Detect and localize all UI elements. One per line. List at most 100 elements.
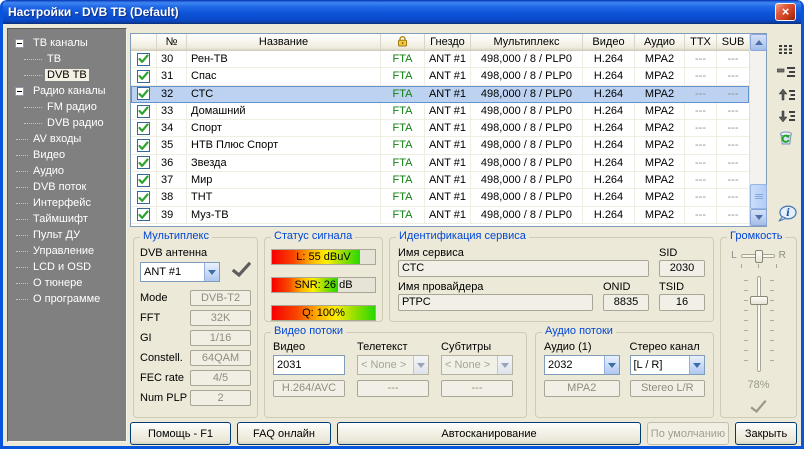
- sidebar-item[interactable]: DVB ТВ: [8, 67, 126, 83]
- sidebar-item[interactable]: LCD и OSD: [8, 259, 126, 275]
- channel-video-codec: H.264: [583, 172, 635, 189]
- move-up-icon[interactable]: [775, 84, 797, 104]
- sidebar-item[interactable]: Таймшифт: [8, 211, 126, 227]
- table-scrollbar[interactable]: [749, 34, 766, 226]
- sidebar-item[interactable]: Радио каналы: [8, 83, 126, 99]
- footer-button[interactable]: Автосканирование: [337, 422, 641, 445]
- sidebar-item[interactable]: AV входы: [8, 131, 126, 147]
- service-groupbox: Идентификация сервиса Имя сервиса SID СТ…: [389, 237, 714, 322]
- channel-number: 38: [157, 189, 187, 206]
- recycle-bin-icon[interactable]: [775, 127, 797, 147]
- video-pid-input[interactable]: 2031: [273, 355, 345, 375]
- param-value: 2: [190, 390, 251, 406]
- sidebar-item[interactable]: О программе: [8, 291, 126, 307]
- header-video[interactable]: Видео: [583, 34, 635, 50]
- sid-field: 2030: [659, 260, 705, 277]
- channel-checkbox[interactable]: [137, 139, 150, 152]
- scrollbar-thumb[interactable]: [750, 184, 767, 209]
- header-multiplex[interactable]: Мультиплекс: [471, 34, 583, 50]
- channel-name: Муз-ТВ: [187, 207, 381, 224]
- volume-slider[interactable]: [737, 276, 781, 372]
- chevron-down-icon[interactable]: [689, 356, 704, 374]
- sidebar-item[interactable]: DVB поток: [8, 179, 126, 195]
- channel-checkbox[interactable]: [137, 105, 150, 118]
- sidebar-item[interactable]: Аудио: [8, 163, 126, 179]
- channel-checkbox[interactable]: [137, 191, 150, 204]
- subtitles-select: < None >: [441, 355, 513, 375]
- table-row[interactable]: 39Муз-ТВFTAANT #1498,000 / 8 / PLP0H.264…: [131, 207, 749, 224]
- chevron-down-icon[interactable]: [604, 356, 619, 374]
- header-checkbox-column[interactable]: [131, 34, 157, 50]
- teletext-label: Телетекст: [357, 341, 429, 355]
- table-row[interactable]: 36ЗвездаFTAANT #1498,000 / 8 / PLP0H.264…: [131, 155, 749, 172]
- channel-checkbox[interactable]: [137, 156, 150, 169]
- channel-audio-codec: MPA2: [635, 189, 685, 206]
- header-audio[interactable]: Аудио: [635, 34, 685, 50]
- remove-channel-icon[interactable]: [775, 62, 797, 82]
- checkmark-apply-icon[interactable]: [232, 262, 251, 282]
- channel-checkbox[interactable]: [137, 122, 150, 135]
- footer-button[interactable]: Закрыть: [735, 422, 797, 445]
- channel-checkbox[interactable]: [137, 87, 150, 100]
- footer-button[interactable]: FAQ онлайн: [237, 422, 331, 445]
- scroll-down-button[interactable]: [750, 209, 767, 226]
- balance-slider-thumb[interactable]: [755, 250, 763, 263]
- table-row[interactable]: 33ДомашнийFTAANT #1498,000 / 8 / PLP0H.2…: [131, 103, 749, 120]
- audio-pid-select[interactable]: 2032: [544, 355, 620, 375]
- sidebar-item[interactable]: Пульт ДУ: [8, 227, 126, 243]
- balance-slider[interactable]: [741, 254, 775, 258]
- antenna-select[interactable]: ANT #1: [140, 262, 220, 282]
- channel-access: FTA: [381, 137, 425, 154]
- info-icon[interactable]: i: [775, 204, 797, 224]
- table-row[interactable]: 32СТСFTAANT #1498,000 / 8 / PLP0H.264MPA…: [131, 86, 749, 103]
- video-codec-field: H.264/AVC: [273, 380, 345, 397]
- sidebar-item[interactable]: О тюнере: [8, 275, 126, 291]
- header-number[interactable]: №: [157, 34, 187, 50]
- volume-check-icon[interactable]: [750, 400, 767, 418]
- sidebar-item[interactable]: DVB радио: [8, 115, 126, 131]
- window-title: Настройки - DVB ТВ (Default): [0, 5, 179, 19]
- chevron-down-icon[interactable]: [204, 263, 219, 281]
- sidebar-item[interactable]: ТВ: [8, 51, 126, 67]
- collapse-icon[interactable]: [15, 39, 24, 48]
- channel-checkbox[interactable]: [137, 208, 150, 221]
- table-row[interactable]: 31СпасFTAANT #1498,000 / 8 / PLP0H.264MP…: [131, 68, 749, 85]
- collapse-icon[interactable]: [15, 87, 24, 96]
- table-row[interactable]: 34СпортFTAANT #1498,000 / 8 / PLP0H.264M…: [131, 120, 749, 137]
- header-name[interactable]: Название: [187, 34, 381, 50]
- channel-socket: ANT #1: [425, 155, 471, 172]
- scroll-up-button[interactable]: [750, 34, 767, 51]
- channel-checkbox[interactable]: [137, 70, 150, 83]
- channel-audio-codec: MPA2: [635, 68, 685, 85]
- header-sub[interactable]: SUB: [717, 34, 749, 50]
- close-button[interactable]: ×: [775, 3, 796, 21]
- stereo-channel-select[interactable]: [L / R]: [630, 355, 706, 375]
- channel-checkbox[interactable]: [137, 174, 150, 187]
- balance-right-label: R: [779, 250, 786, 261]
- signal-bar: Q: 100%: [271, 305, 376, 321]
- sidebar-item[interactable]: Видео: [8, 147, 126, 163]
- table-row[interactable]: 37МирFTAANT #1498,000 / 8 / PLP0H.264MPA…: [131, 172, 749, 189]
- stereo-mode-field: Stereo L/R: [630, 380, 706, 397]
- video-pid-label: Видео: [273, 341, 345, 355]
- sidebar-item[interactable]: Управление: [8, 243, 126, 259]
- channel-sub: ---: [717, 120, 749, 137]
- sidebar-item[interactable]: FM радио: [8, 99, 126, 115]
- channel-list-icon[interactable]: [775, 40, 797, 60]
- channel-checkbox[interactable]: [137, 53, 150, 66]
- table-row[interactable]: 35НТВ Плюс СпортFTAANT #1498,000 / 8 / P…: [131, 137, 749, 154]
- header-socket[interactable]: Гнездо: [425, 34, 471, 50]
- table-row[interactable]: 38ТНТFTAANT #1498,000 / 8 / PLP0H.264MPA…: [131, 189, 749, 206]
- header-access[interactable]: [381, 34, 425, 50]
- volume-slider-thumb[interactable]: [750, 296, 768, 305]
- sidebar-item[interactable]: ТВ каналы: [8, 35, 126, 51]
- channel-multiplex: 498,000 / 8 / PLP0: [471, 51, 583, 68]
- footer-button[interactable]: Помощь - F1: [130, 422, 231, 445]
- header-ttx[interactable]: TTX: [685, 34, 717, 50]
- move-down-icon[interactable]: [775, 106, 797, 126]
- row-checkbox-cell: [131, 103, 157, 120]
- volume-slider-track[interactable]: [757, 276, 761, 372]
- table-row[interactable]: 30Рен-ТВFTAANT #1498,000 / 8 / PLP0H.264…: [131, 51, 749, 68]
- channel-audio-codec: MPA2: [635, 172, 685, 189]
- sidebar-item[interactable]: Интерфейс: [8, 195, 126, 211]
